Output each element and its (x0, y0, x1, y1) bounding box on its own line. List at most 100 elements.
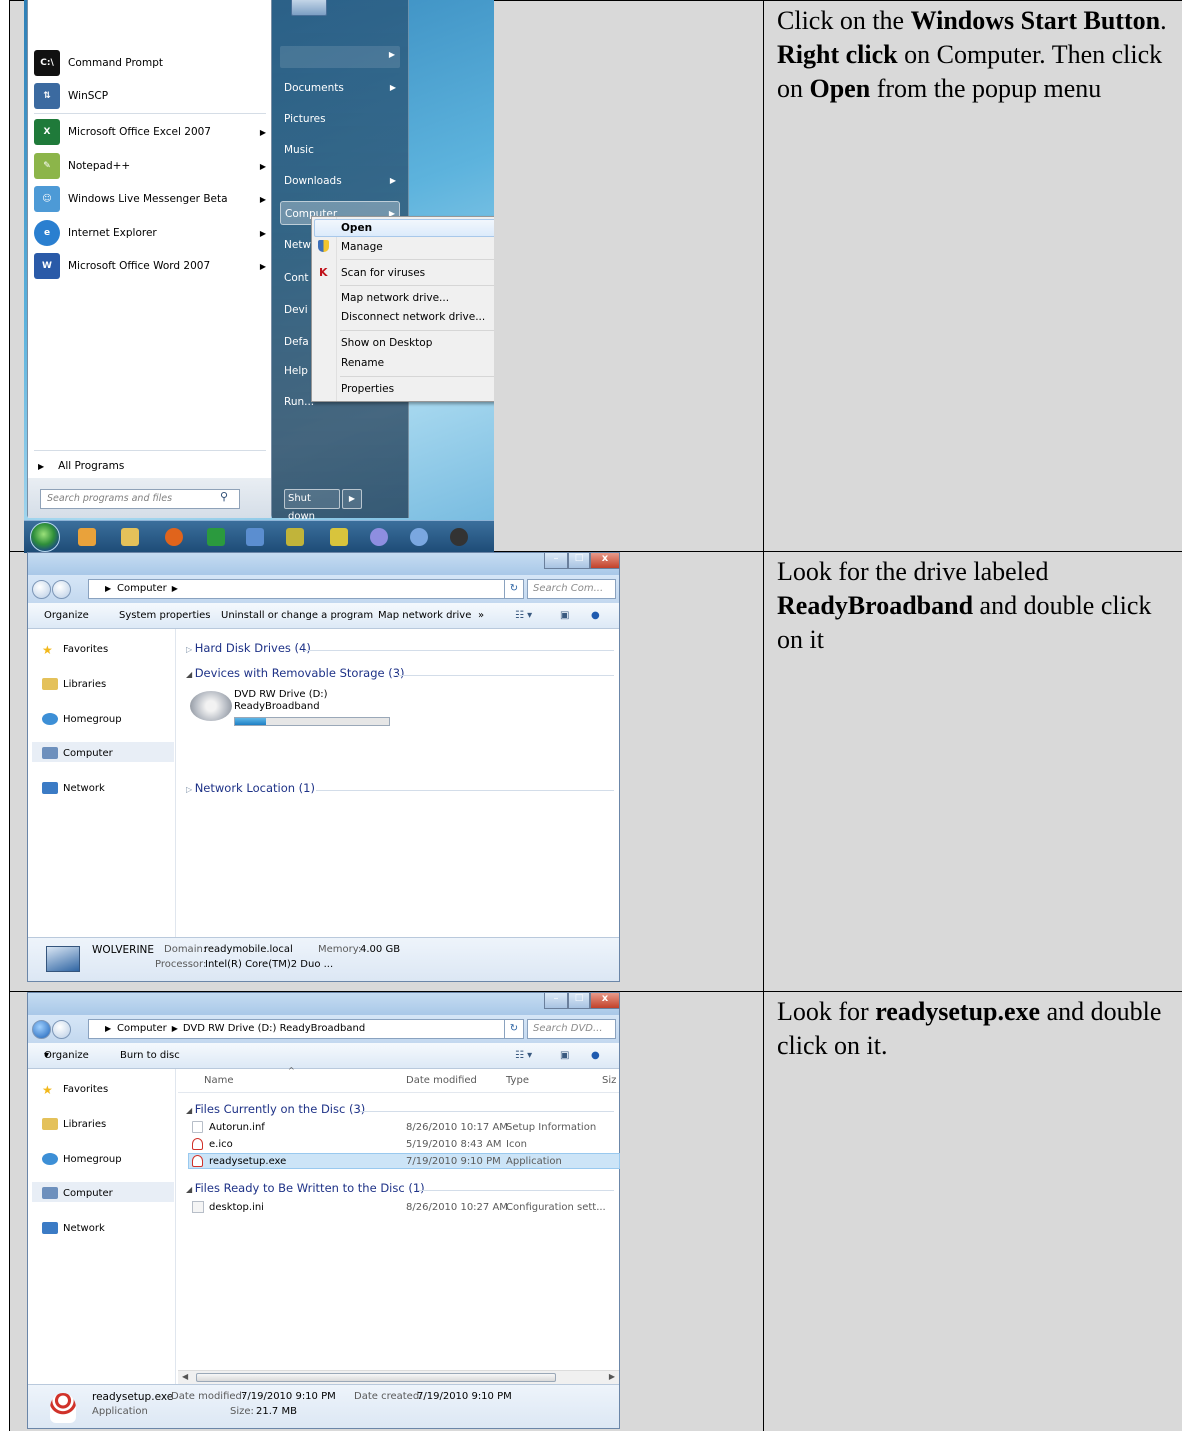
taskbar-app-icon[interactable] (246, 528, 264, 546)
help-icon[interactable]: ● (591, 1043, 600, 1069)
minimize-icon[interactable]: – (544, 993, 568, 1009)
dreamweaver-icon[interactable] (286, 528, 304, 546)
program-messenger[interactable]: ☺ Windows Live Messenger Beta ▶ (34, 184, 266, 214)
file-name[interactable]: desktop.ini (209, 1202, 264, 1213)
context-item-rename[interactable]: Rename (341, 357, 384, 369)
burn-to-disc-button[interactable]: Burn to disc (120, 1043, 180, 1069)
address-input[interactable]: ▶ Computer ▶ (88, 579, 522, 599)
link-pictures[interactable]: Pictures (280, 107, 400, 131)
horizontal-scrollbar[interactable]: ◀ ▶ (178, 1370, 619, 1384)
taskbar-app-icon[interactable] (207, 528, 225, 546)
program-internet-explorer[interactable]: e Internet Explorer ▶ (34, 218, 266, 248)
column-type[interactable]: Type (506, 1075, 529, 1086)
search-input[interactable]: Search programs and files (40, 489, 240, 509)
nav-computer[interactable]: Computer (42, 1187, 113, 1199)
preview-pane-icon[interactable]: ▣ (560, 603, 569, 629)
folder-icon[interactable] (121, 528, 139, 546)
view-options-icon[interactable]: ☷ ▾ (515, 603, 532, 629)
group-network-location[interactable]: ▷ Network Location (1) (186, 781, 315, 795)
winscp-icon: ⇅ (34, 83, 60, 109)
refresh-icon[interactable]: ↻ (504, 1019, 524, 1039)
ini-file-icon (192, 1201, 204, 1213)
preview-pane-icon[interactable]: ▣ (560, 1043, 569, 1069)
view-options-icon[interactable]: ☷ ▾ (515, 1043, 532, 1069)
program-notepadpp[interactable]: ✎ Notepad++ ▶ (34, 151, 266, 181)
drive-name[interactable]: DVD RW Drive (D:) (234, 689, 328, 700)
file-name[interactable]: e.ico (209, 1139, 233, 1150)
forward-icon[interactable] (52, 580, 71, 599)
nav-libraries[interactable]: Libraries (42, 678, 106, 690)
help-icon[interactable]: ● (591, 603, 600, 629)
taskbar-app-icon[interactable] (410, 528, 428, 546)
program-excel[interactable]: X Microsoft Office Excel 2007 ▶ (34, 117, 266, 147)
minimize-icon[interactable]: – (544, 553, 568, 569)
nav-computer[interactable]: Computer (42, 747, 113, 759)
refresh-icon[interactable]: ↻ (504, 579, 524, 599)
nav-homegroup[interactable]: Homegroup (42, 1153, 122, 1165)
file-name[interactable]: Autorun.inf (209, 1122, 265, 1133)
taskbar-app-icon[interactable] (370, 528, 388, 546)
scroll-right-icon[interactable]: ▶ (609, 1372, 615, 1381)
search-input[interactable]: Search DVD... (527, 1019, 616, 1039)
link-label: Devi (284, 304, 308, 316)
nav-homegroup[interactable]: Homegroup (42, 713, 122, 725)
fireworks-icon[interactable] (330, 528, 348, 546)
address-input[interactable]: ▶ Computer ▶ DVD RW Drive (D:) ReadyBroadba… (88, 1019, 522, 1039)
context-item-manage[interactable]: Manage (341, 241, 383, 253)
shutdown-button[interactable]: Shut down (284, 489, 340, 522)
map-network-drive-button[interactable]: Map network drive (378, 603, 471, 629)
maximize-icon[interactable]: □ (568, 553, 590, 569)
back-icon[interactable] (32, 1020, 51, 1039)
context-item-map-drive[interactable]: Map network drive... (341, 292, 449, 304)
nav-network[interactable]: Network (42, 782, 105, 794)
user-name-item[interactable]: ▶ (280, 46, 400, 68)
link-music[interactable]: Music (280, 138, 400, 162)
nav-favorites[interactable]: ★ Favorites (42, 643, 108, 657)
program-label: WinSCP (68, 90, 109, 102)
back-icon[interactable] (32, 580, 51, 599)
nav-libraries[interactable]: Libraries (42, 1118, 106, 1130)
organize-button[interactable]: Organize (44, 603, 89, 629)
system-properties-button[interactable]: System properties (119, 603, 211, 629)
context-item-open[interactable]: Open (341, 222, 372, 234)
close-icon[interactable]: x (590, 553, 620, 569)
windows-start-button-icon[interactable] (30, 522, 60, 552)
context-item-properties[interactable]: Properties (341, 383, 394, 395)
shutdown-options-arrow-icon[interactable]: ▶ (342, 489, 362, 509)
column-size[interactable]: Siz (602, 1075, 616, 1086)
group-removable-storage[interactable]: ◢ Devices with Removable Storage (3) (186, 666, 405, 680)
close-icon[interactable]: x (590, 993, 620, 1009)
search-input[interactable]: Search Com... (527, 579, 616, 599)
program-command-prompt[interactable]: C:\ Command Prompt (34, 48, 266, 78)
forward-icon[interactable] (52, 1020, 71, 1039)
context-item-disconnect-drive[interactable]: Disconnect network drive... (341, 311, 485, 323)
all-programs[interactable]: ▶ All Programs (34, 451, 266, 481)
drive-label[interactable]: ReadyBroadband (234, 701, 320, 712)
firefox-icon[interactable] (165, 528, 183, 546)
column-date-modified[interactable]: Date modified (406, 1075, 477, 1086)
program-winscp[interactable]: ⇅ WinSCP (34, 81, 266, 111)
more-commands-button[interactable]: » (478, 603, 484, 629)
context-item-show-on-desktop[interactable]: Show on Desktop (341, 337, 432, 349)
group-files-on-disc[interactable]: ◢ Files Currently on the Disc (3) (186, 1102, 365, 1116)
column-name[interactable]: Name (204, 1075, 234, 1086)
file-date: 7/19/2010 9:10 PM (406, 1156, 501, 1167)
taskbar-app-icon[interactable] (450, 528, 468, 546)
file-list: Name ^ Date modified Type Siz ◢ Files Cu… (178, 1066, 620, 1384)
program-word[interactable]: W Microsoft Office Word 2007 ▶ (34, 251, 266, 281)
nav-network[interactable]: Network (42, 1222, 105, 1234)
nav-favorites[interactable]: ★ Favorites (42, 1083, 108, 1097)
link-downloads[interactable]: Downloads ▶ (280, 169, 400, 193)
context-item-scan[interactable]: Scan for viruses (341, 267, 425, 279)
maximize-icon[interactable]: □ (568, 993, 590, 1009)
link-documents[interactable]: Documents ▶ (280, 76, 400, 100)
taskbar-app-icon[interactable] (78, 528, 96, 546)
uninstall-program-button[interactable]: Uninstall or change a program (221, 603, 373, 629)
organize-button[interactable]: Organize ▾ (44, 1043, 89, 1069)
file-name[interactable]: readysetup.exe (209, 1156, 286, 1167)
scroll-left-icon[interactable]: ◀ (182, 1372, 188, 1381)
group-hard-disk-drives[interactable]: ▷ Hard Disk Drives (4) (186, 641, 311, 655)
group-files-to-write[interactable]: ◢ Files Ready to Be Written to the Disc … (186, 1181, 425, 1195)
breadcrumb-computer: Computer (117, 1023, 167, 1034)
scrollbar-thumb[interactable] (196, 1373, 556, 1382)
